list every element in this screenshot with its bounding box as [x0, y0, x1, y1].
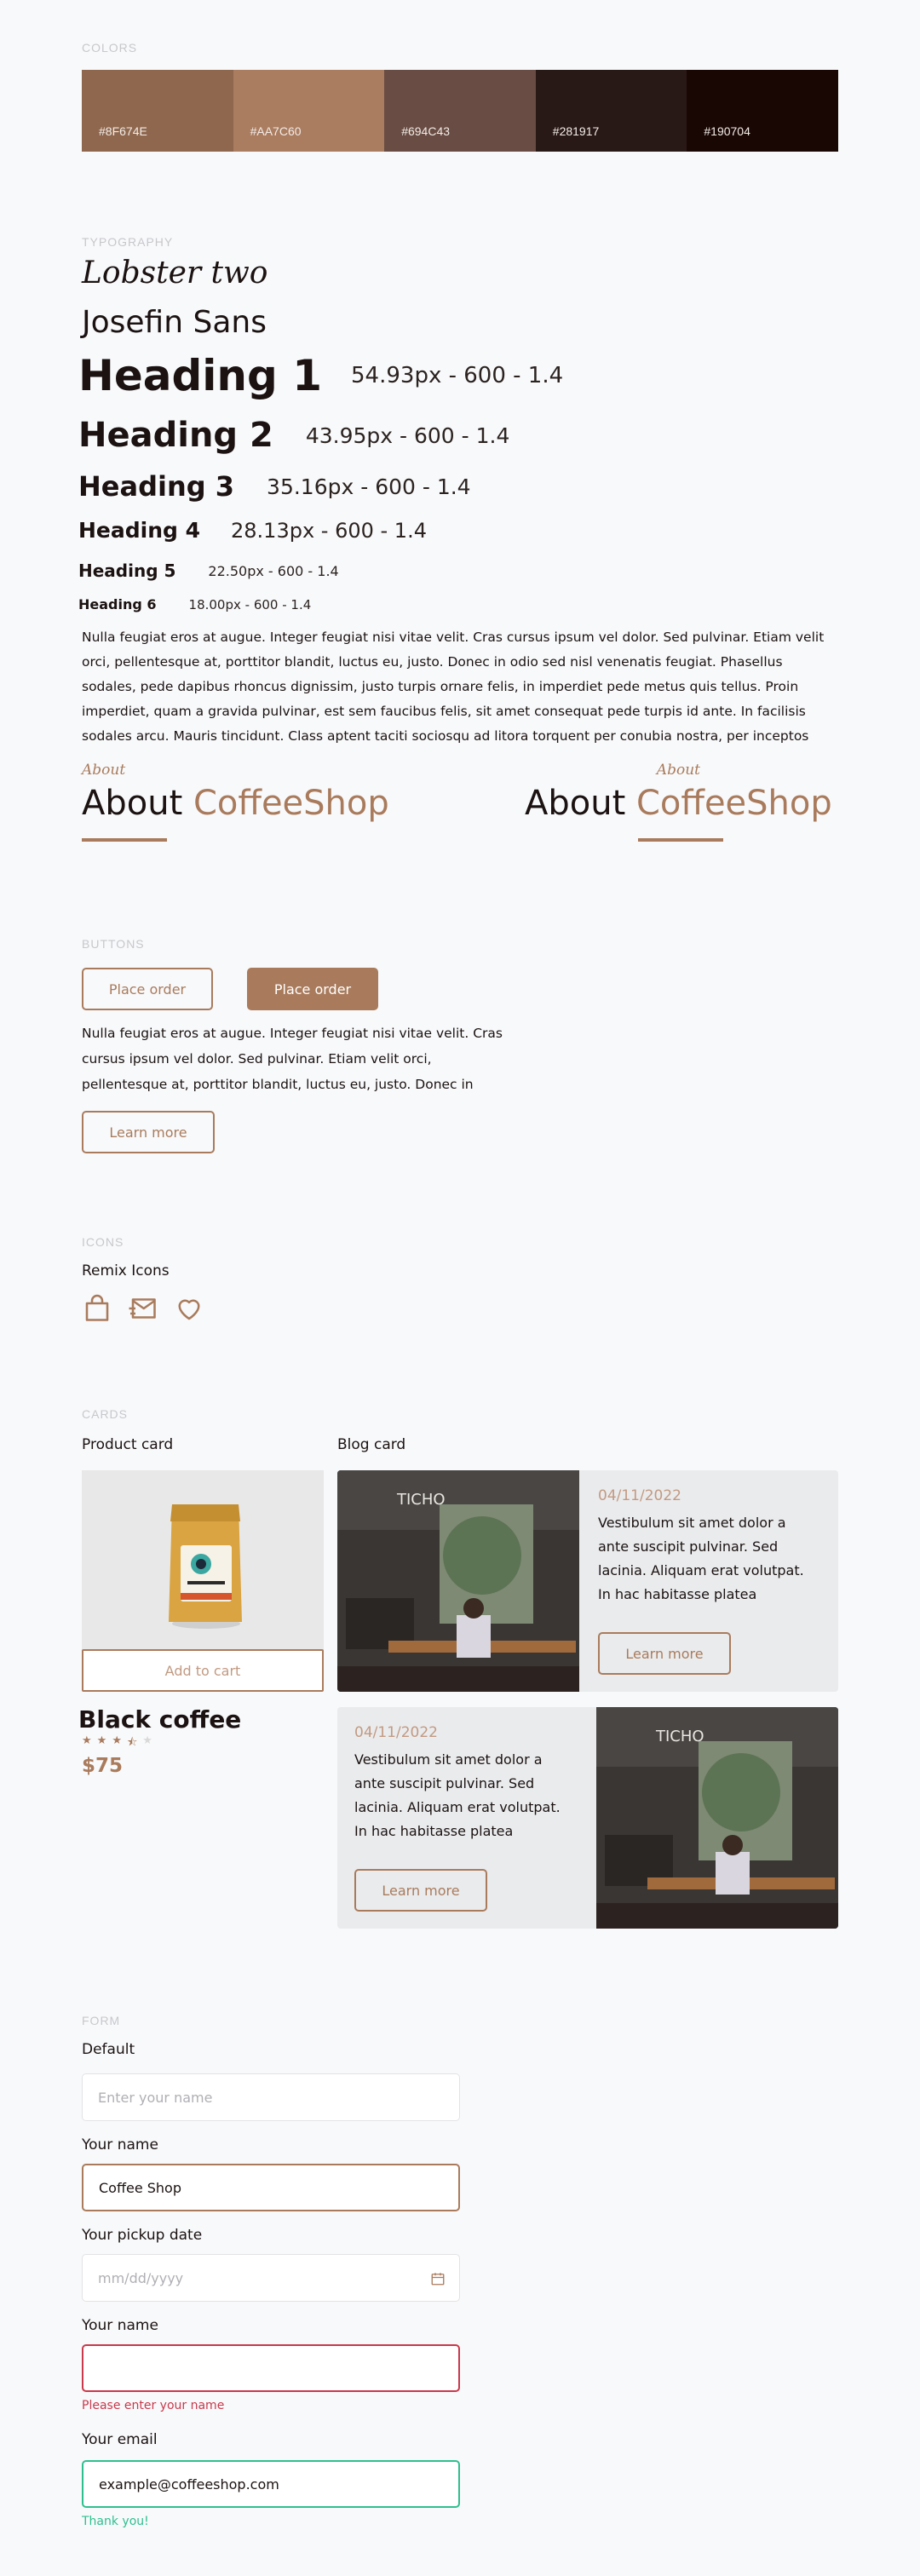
color-swatch: #AA7C60 — [233, 70, 385, 152]
color-hex-label: #281917 — [552, 124, 600, 138]
blog-card[interactable]: 04/11/2022 Vestibulum sit amet dolor a a… — [337, 1707, 838, 1929]
star-icon: ★ — [82, 1734, 92, 1747]
product-name: Black coffee — [78, 1705, 242, 1734]
heart-icon — [178, 1299, 200, 1320]
pickup-date-input[interactable]: mm/dd/yyyy — [82, 2254, 460, 2302]
product-rating: ★ ★ ★ ⯪ ★ — [82, 1734, 152, 1753]
heading-2-spec: 43.95px - 600 - 1.4 — [305, 423, 510, 448]
about-underline — [638, 838, 723, 842]
date-placeholder: mm/dd/yyyy — [98, 2269, 184, 2286]
color-swatch: #281917 — [535, 70, 687, 152]
section-label-typography: TYPOGRAPHY — [82, 235, 174, 249]
section-label-icons: ICONS — [82, 1235, 124, 1249]
buttons-paragraph: Nulla feugiat eros at augue. Integer feu… — [82, 1026, 503, 1092]
about-eyebrow: About — [82, 762, 126, 779]
heading-4-sample: Heading 4 — [78, 518, 201, 543]
star-empty-icon: ★ — [142, 1734, 152, 1747]
heading-4-spec: 28.13px - 600 - 1.4 — [231, 518, 427, 543]
section-label-cards: CARDS — [82, 1407, 129, 1421]
success-message: Thank you! — [82, 2515, 149, 2528]
heading-3-sample: Heading 3 — [78, 470, 235, 503]
star-icon: ★ — [96, 1734, 107, 1747]
email-input[interactable]: example@coffeeshop.com — [82, 2460, 460, 2508]
heading-4-row: Heading 4 28.13px - 600 - 1.4 — [78, 518, 427, 543]
blog-date: 04/11/2022 — [354, 1724, 438, 1741]
blog-learn-more-button[interactable]: Learn more — [354, 1869, 487, 1912]
color-hex-label: #694C43 — [401, 124, 451, 138]
about-title: About CoffeeShop — [525, 784, 832, 823]
about-heading-centered: About About CoffeeShop — [525, 762, 832, 842]
blog-date: 04/11/2022 — [598, 1487, 681, 1504]
heading-5-row: Heading 5 22.50px - 600 - 1.4 — [78, 561, 339, 581]
color-swatch: #190704 — [687, 70, 838, 152]
heading-6-spec: 18.00px - 600 - 1.4 — [188, 596, 312, 612]
section-label-form: FORM — [82, 2014, 121, 2027]
error-name-input[interactable] — [82, 2344, 460, 2392]
blog-card-label: Blog card — [337, 1436, 406, 1453]
product-card-label: Product card — [82, 1436, 174, 1453]
heading-5-spec: 22.50px - 600 - 1.4 — [208, 562, 339, 579]
blog-excerpt: Vestibulum sit amet dolor a ante suscipi… — [598, 1515, 804, 1602]
script-font-sample: Lobster two — [82, 256, 268, 290]
heading-1-row: Heading 1 54.93px - 600 - 1.4 — [78, 351, 563, 400]
heading-2-row: Heading 2 43.95px - 600 - 1.4 — [78, 416, 509, 455]
coffee-bag-illustration — [169, 1504, 242, 1629]
error-message: Please enter your name — [82, 2399, 225, 2412]
blog-photo: TICHO — [596, 1707, 838, 1929]
default-field-label: Default — [82, 2041, 135, 2058]
place-order-filled-button[interactable]: Place order — [247, 968, 378, 1010]
learn-more-button[interactable]: Learn more — [82, 1111, 215, 1153]
heading-3-row: Heading 3 35.16px - 600 - 1.4 — [78, 470, 471, 503]
email-field-label: Your email — [82, 2431, 158, 2448]
blog-excerpt: Vestibulum sit amet dolor a ante suscipi… — [354, 1751, 561, 1839]
heading-6-sample: Heading 6 — [78, 596, 157, 612]
heading-3-spec: 35.16px - 600 - 1.4 — [267, 474, 471, 499]
heading-1-spec: 54.93px - 600 - 1.4 — [351, 363, 564, 388]
color-hex-label: #AA7C60 — [250, 124, 302, 138]
icons-title: Remix Icons — [82, 1262, 170, 1279]
svg-text:TICHO: TICHO — [655, 1728, 704, 1745]
shopping-bag-icon — [85, 1294, 109, 1321]
name-input[interactable]: Coffee Shop — [82, 2164, 460, 2211]
product-price: $75 — [82, 1755, 124, 1777]
sans-font-sample: Josefin Sans — [82, 305, 267, 340]
color-hex-label: #8F674E — [99, 124, 147, 138]
heading-5-sample: Heading 5 — [78, 561, 176, 581]
icon-row — [82, 1293, 204, 1324]
body-paragraph: Nulla feugiat eros at augue. Integer feu… — [82, 630, 825, 744]
calendar-icon[interactable] — [430, 2271, 446, 2286]
heading-1-sample: Heading 1 — [78, 351, 323, 400]
product-image — [82, 1470, 324, 1651]
color-palette: #8F674E #AA7C60 #694C43 #281917 #190704 — [82, 70, 838, 152]
blog-learn-more-button[interactable]: Learn more — [598, 1632, 731, 1675]
name-field-label: Your name — [82, 2136, 158, 2153]
star-icon: ★ — [112, 1734, 122, 1747]
about-underline — [82, 838, 167, 842]
color-swatch: #694C43 — [384, 70, 536, 152]
default-name-input[interactable]: Enter your name — [82, 2073, 460, 2121]
blog-card[interactable]: TICHO 04/11/2022 Vestibulum sit amet dol… — [337, 1470, 838, 1692]
error-name-label: Your name — [82, 2317, 158, 2334]
about-eyebrow: About — [656, 762, 700, 779]
star-half-icon: ⯪ — [126, 1736, 138, 1749]
color-swatch: #8F674E — [82, 70, 233, 152]
place-order-outline-button[interactable]: Place order — [82, 968, 213, 1010]
about-heading-left: About About CoffeeShop — [82, 762, 389, 842]
heading-6-row: Heading 6 18.00px - 600 - 1.4 — [78, 596, 311, 612]
pickup-date-label: Your pickup date — [82, 2227, 203, 2244]
heading-2-sample: Heading 2 — [78, 416, 273, 455]
mail-send-icon — [129, 1298, 156, 1319]
section-label-buttons: BUTTONS — [82, 937, 145, 951]
blog-photo: TICHO — [337, 1470, 579, 1692]
add-to-cart-button[interactable]: Add to cart — [82, 1649, 324, 1692]
color-hex-label: #190704 — [704, 124, 750, 138]
about-title: About CoffeeShop — [82, 784, 389, 823]
svg-text:TICHO: TICHO — [396, 1491, 446, 1509]
section-label-colors: COLORS — [82, 41, 138, 55]
